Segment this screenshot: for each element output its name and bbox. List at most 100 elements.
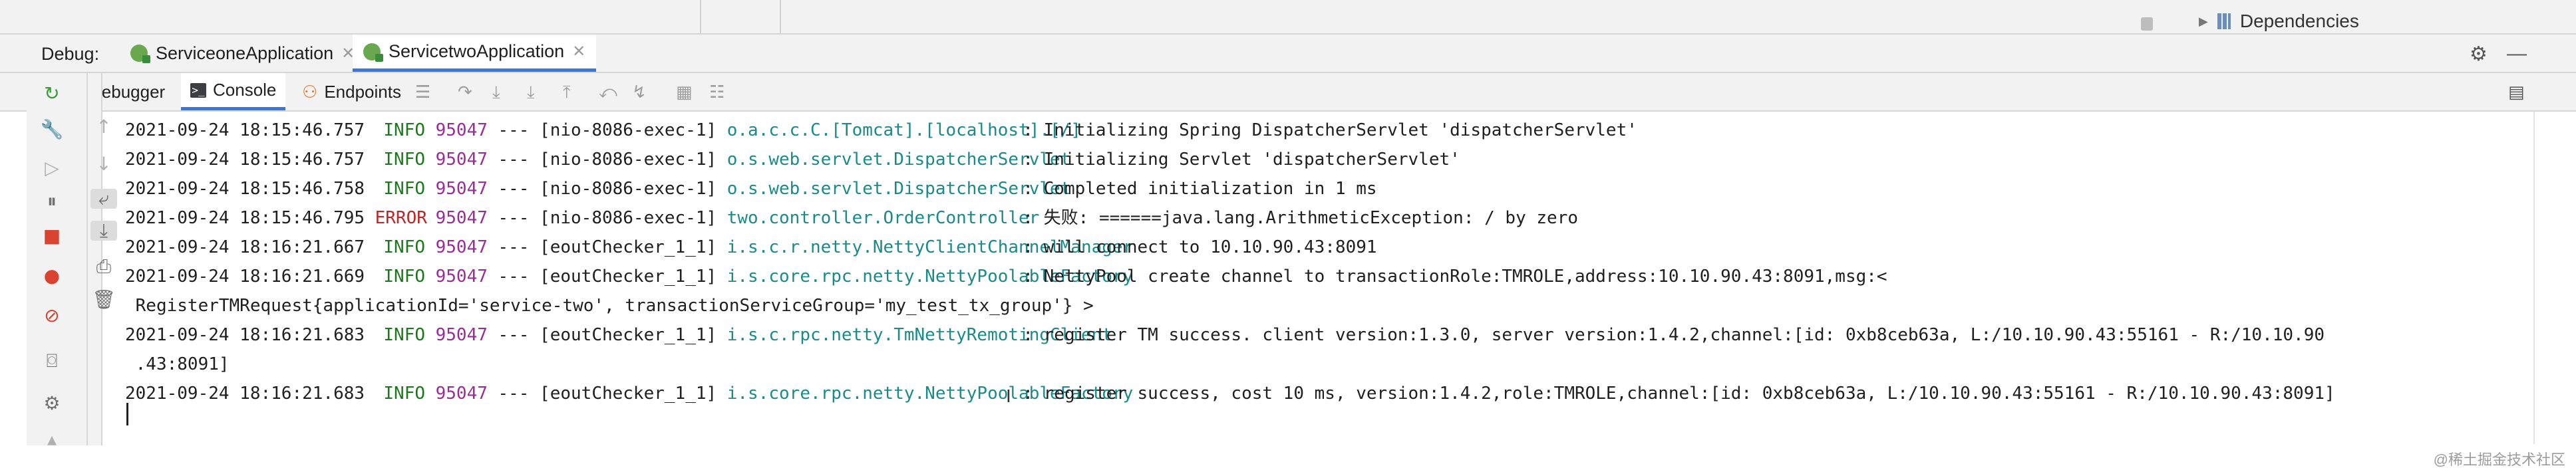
log-level: INFO [383, 179, 426, 199]
log-logger: i.s.c.r.netty.NettyClientChannelManager [726, 237, 1134, 257]
gutter-divider [86, 73, 88, 445]
log-pid: 95047 [435, 237, 488, 257]
log-message: : 失败: ======java.lang.ArithmeticExceptio… [1023, 208, 1579, 228]
log-thread: [nio-8086-exec-1] [540, 120, 717, 140]
log-logger: o.s.web.servlet.DispatcherServlet [726, 179, 1071, 199]
log-pid: 95047 [435, 384, 488, 404]
log-timestamp: 2021-09-24 18:16:21.667 [125, 237, 365, 257]
trace-icon[interactable]: ☷ [709, 82, 724, 102]
log-text: .43:8091] [125, 354, 230, 374]
log-separator: --- [498, 384, 530, 404]
mute-breakpoints-icon[interactable]: ⊘ [39, 306, 65, 326]
spring-boot-icon [363, 43, 383, 62]
log-timestamp: 2021-09-24 18:15:46.757 [125, 150, 365, 170]
step-over-icon[interactable]: ↷ [458, 82, 472, 102]
pause-icon[interactable]: ⏸ [39, 191, 65, 211]
log-message: : Completed initialization in 1 ms [1023, 179, 1377, 199]
log-separator: --- [498, 325, 530, 345]
log-line-continuation: RegisterTMRequest{applicationId='service… [125, 293, 1094, 319]
log-text: RegisterTMRequest{applicationId='service… [125, 296, 1094, 316]
log-separator: --- [498, 179, 530, 199]
log-separator: --- [498, 208, 530, 228]
log-level: ERROR [375, 208, 427, 228]
drop-frame-icon[interactable]: ⤺ [599, 82, 617, 103]
step-into-icon[interactable]: ⤓ [492, 82, 500, 103]
log-timestamp: 2021-09-24 18:16:21.669 [125, 267, 365, 287]
log-line: 2021-09-24 18:15:46.758 INFO 95047 --- [nio-… [125, 176, 1377, 202]
log-pid: 95047 [435, 179, 488, 199]
force-step-into-icon[interactable]: ⤓ [527, 82, 535, 103]
log-line: 2021-09-24 18:16:21.683 INFO 95047 --- [eout… [125, 380, 2335, 407]
resume-icon[interactable]: ▷ [39, 158, 65, 178]
log-logger: i.s.c.rpc.netty.TmNettyRemotingClient [726, 325, 1112, 345]
tab-console[interactable]: >_ Console [181, 73, 286, 110]
log-message: : register TM success. client version:1.… [1023, 325, 2325, 345]
strip-divider [780, 0, 781, 33]
tab-endpoints[interactable]: ⚇ Endpoints [293, 73, 410, 110]
left-action-gutter: ↻ 🔧 ▷ ⏸ ■ ● ⊘ ⌼ ⚙ ▴ ↑ ↓ ⤶ ⤓ ⎙ 🗑 [27, 73, 117, 449]
stop-icon[interactable]: ■ [39, 226, 65, 246]
tab-label: Console [213, 80, 277, 100]
log-pid: 95047 [435, 120, 488, 140]
log-level: INFO [383, 384, 426, 404]
tab-serviceone-application[interactable]: ServiceoneApplication ✕ [120, 35, 365, 72]
log-separator: --- [498, 150, 530, 170]
console-output[interactable]: 2021-09-24 18:15:46.757 INFO 95047 --- [nio-… [112, 112, 2533, 444]
log-level: INFO [383, 120, 426, 140]
endpoints-icon: ⚇ [302, 81, 318, 102]
log-line: 2021-09-24 18:15:46.757 INFO 95047 --- [nio-… [125, 146, 1460, 173]
log-pid: 95047 [435, 267, 488, 287]
log-message: : register success, cost 10 ms, version:… [1023, 384, 2335, 404]
log-logger: i.s.core.rpc.netty.NettyPoolableFactory [726, 384, 1134, 404]
log-thread: [nio-8086-exec-1] [540, 208, 717, 228]
log-pid: 95047 [435, 150, 488, 170]
log-timestamp: 2021-09-24 18:16:21.683 [125, 325, 365, 345]
tab-label: Endpoints [324, 81, 401, 102]
tab-label: ServicetwoApplication [389, 41, 565, 61]
text-cursor-icon: I [1006, 386, 1011, 406]
top-strip: ▶ Dependencies [0, 0, 2576, 35]
scrollbar-thumb[interactable] [2141, 17, 2153, 31]
settings-icon[interactable]: ⚙ [39, 394, 65, 413]
rerun-icon[interactable]: ↻ [39, 84, 65, 104]
log-logger: i.s.core.rpc.netty.NettyPoolableFactory [726, 267, 1134, 287]
text-caret [126, 403, 128, 425]
spring-boot-icon [130, 45, 150, 63]
log-timestamp: 2021-09-24 18:15:46.757 [125, 120, 365, 140]
expand-arrow-icon[interactable]: ▶ [2199, 15, 2208, 29]
tab-servicetwo-application[interactable]: ServicetwoApplication ✕ [353, 35, 597, 72]
debug-toolbar: Debugger >_ Console ⚇ Endpoints ☰ ↷ ⤓ ⤓ … [0, 73, 2576, 112]
layout-icon[interactable]: ▤ [2508, 82, 2525, 102]
log-thread: [eoutChecker_1_1] [540, 237, 717, 257]
camera-icon[interactable]: ⌼ [39, 351, 65, 371]
bottom-strip [0, 445, 2576, 472]
debug-label: Debug: [41, 44, 100, 64]
log-thread: [nio-8086-exec-1] [540, 179, 717, 199]
log-separator: --- [498, 120, 530, 140]
wrench-icon[interactable]: 🔧 [39, 120, 65, 140]
step-out-icon[interactable]: ⤒ [563, 82, 571, 103]
log-message: : NettyPool create channel to transactio… [1023, 267, 1887, 287]
log-pid: 95047 [435, 208, 488, 228]
strip-divider [700, 0, 701, 33]
close-icon[interactable]: ✕ [572, 42, 585, 61]
library-icon [2217, 13, 2231, 29]
log-thread: [eoutChecker_1_1] [540, 384, 717, 404]
dependencies-node[interactable]: ▶ Dependencies [2199, 11, 2359, 32]
log-timestamp: 2021-09-24 18:15:46.795 [125, 208, 365, 228]
menu-icon[interactable]: ☰ [415, 82, 430, 102]
log-message: : Initializing Servlet 'dispatcherServle… [1023, 150, 1460, 170]
debug-tool-window-header: Debug: ServiceoneApplication ✕ Servicetw… [0, 35, 2576, 73]
run-to-cursor-icon[interactable]: ↯ [632, 82, 647, 102]
console-scrollbar[interactable] [2533, 112, 2576, 444]
evaluate-icon[interactable]: ▦ [676, 82, 693, 102]
minimize-icon[interactable]: — [2507, 43, 2527, 65]
log-thread: [eoutChecker_1_1] [540, 267, 717, 287]
log-line: 2021-09-24 18:15:46.757 INFO 95047 --- [nio-… [125, 117, 1637, 144]
gear-icon[interactable]: ⚙ [2470, 43, 2488, 66]
log-line: 2021-09-24 18:16:21.683 INFO 95047 --- [eout… [125, 322, 2325, 348]
log-separator: --- [498, 237, 530, 257]
view-breakpoints-icon[interactable]: ● [39, 266, 65, 286]
log-line: 2021-09-24 18:16:21.667 INFO 95047 --- [eout… [125, 234, 1377, 261]
log-level: INFO [383, 237, 426, 257]
